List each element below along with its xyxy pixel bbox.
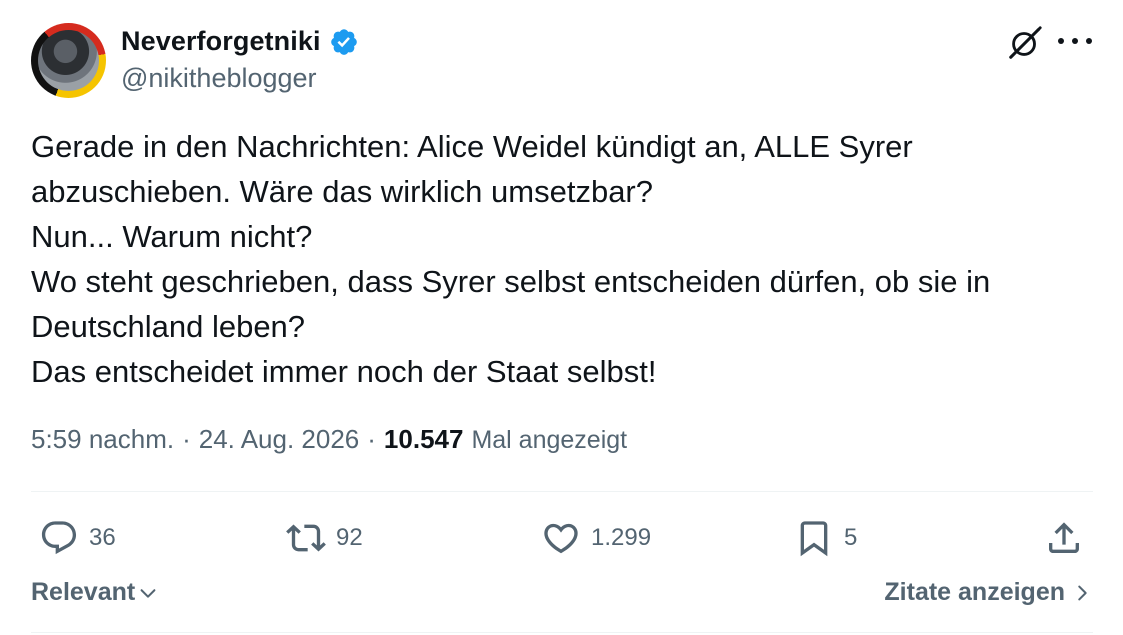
tweet: Neverforgetniki @nikitheblogger Gerade i… <box>0 0 1123 635</box>
verified-badge-icon <box>330 28 357 55</box>
meta-separator: · <box>367 424 376 454</box>
views-label: Mal angezeigt <box>471 426 628 454</box>
tweet-line: Das entscheidet immer noch der Staat sel… <box>31 354 657 389</box>
share-button[interactable] <box>1044 510 1084 566</box>
chevron-down-icon <box>140 588 156 598</box>
avatar[interactable] <box>31 23 106 98</box>
retweet-button[interactable]: 92 <box>286 510 363 566</box>
bookmark-count: 5 <box>844 524 858 551</box>
reply-button[interactable]: 36 <box>39 510 116 566</box>
tweet-line: abzuschieben. Wäre das wirklich umsetzba… <box>31 174 653 209</box>
author-handle[interactable]: @nikitheblogger <box>121 63 317 94</box>
author-display-name[interactable]: Neverforgetniki <box>121 26 321 57</box>
views-count: 10.547 <box>383 424 464 454</box>
tweet-text: Gerade in den Nachrichten: Alice Weidel … <box>31 124 1091 394</box>
replies-toolbar: Relevant Zitate anzeigen <box>31 578 1093 618</box>
share-icon <box>1049 522 1079 553</box>
tweet-time[interactable]: 5:59 nachm. <box>31 424 174 455</box>
more-dot <box>1058 38 1064 44</box>
grok-icon[interactable] <box>1006 24 1044 62</box>
tweet-line: Wo steht geschrieben, dass Syrer selbst … <box>31 264 991 299</box>
reply-count: 36 <box>89 524 116 551</box>
more-icon[interactable] <box>1058 28 1092 54</box>
author-name-row: Neverforgetniki <box>121 26 359 57</box>
bookmark-icon <box>800 521 828 557</box>
tweet-meta: 5:59 nachm. · 24. Aug. 2026 · 10.547 Mal… <box>31 424 627 455</box>
divider <box>31 491 1093 492</box>
quotes-label: Zitate anzeigen <box>884 578 1065 606</box>
sort-replies-dropdown[interactable]: Relevant <box>31 578 159 607</box>
meta-separator: · <box>182 424 191 454</box>
action-bar: 36 92 1.299 5 <box>31 510 1093 566</box>
like-count: 1.299 <box>591 524 652 551</box>
more-dot <box>1086 38 1092 44</box>
heart-icon <box>544 523 578 554</box>
bookmark-button[interactable]: 5 <box>794 510 857 566</box>
retweet-icon <box>286 524 326 552</box>
divider <box>31 632 1093 633</box>
more-dot <box>1072 38 1078 44</box>
chevron-right-icon <box>1078 585 1087 600</box>
tweet-date[interactable]: 24. Aug. 2026 <box>199 424 359 455</box>
view-quotes-link[interactable]: Zitate anzeigen <box>884 578 1093 607</box>
like-button[interactable]: 1.299 <box>541 510 651 566</box>
retweet-count: 92 <box>336 524 363 551</box>
sort-label: Relevant <box>31 578 136 606</box>
reply-icon <box>41 521 77 555</box>
tweet-line: Gerade in den Nachrichten: Alice Weidel … <box>31 129 913 164</box>
avatar-photo <box>38 30 99 91</box>
tweet-line: Nun... Warum nicht? <box>31 219 313 254</box>
tweet-line: Deutschland leben? <box>31 309 306 344</box>
